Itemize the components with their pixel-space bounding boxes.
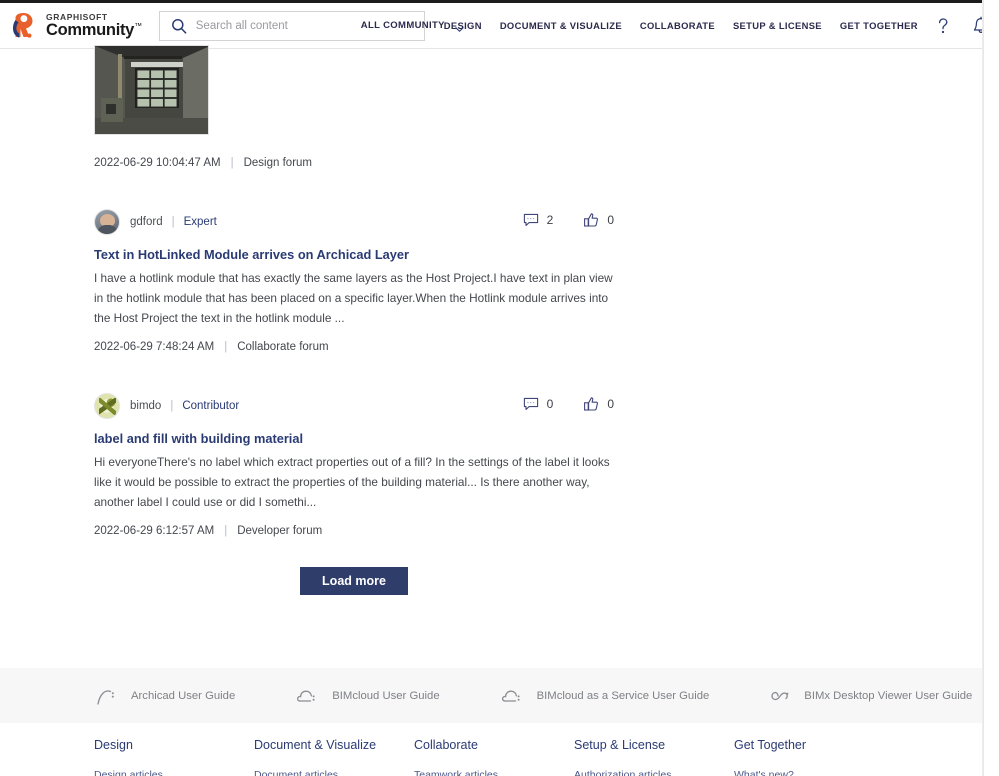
post-author-name[interactable]: bimdo <box>130 400 161 412</box>
comment-count-value: 2 <box>546 213 554 227</box>
comment-count[interactable]: 0 <box>523 396 554 412</box>
brand-top-line: GRAPHISOFT <box>46 11 108 22</box>
post-meta: 2022-06-29 10:04:47 AM | Design forum <box>94 157 614 169</box>
post-stats: 0 0 <box>493 396 614 412</box>
guide-bimx-desktop-viewer[interactable]: BIMx Desktop Viewer User Guide <box>767 685 972 707</box>
vertical-scrollbar[interactable] <box>983 0 999 776</box>
footer-heading[interactable]: Setup & License <box>574 738 734 752</box>
brand-trademark: ™ <box>134 21 142 31</box>
author-separator: | <box>171 216 175 228</box>
post-header: bimdo | Contributor 0 0 <box>94 392 614 419</box>
post-thumbnail[interactable] <box>94 45 209 135</box>
footer-link[interactable]: What's new? <box>734 769 894 776</box>
user-guides-band: Archicad User Guide BIMcloud User Guide <box>0 668 983 723</box>
search-input[interactable] <box>195 19 350 32</box>
brand-bottom-line: Community™ <box>46 21 142 39</box>
nav-item-design[interactable]: DESIGN <box>444 20 482 31</box>
post-title[interactable]: Text in HotLinked Module arrives on Arch… <box>94 247 614 262</box>
footer-link[interactable]: Design articles <box>94 769 254 776</box>
comment-count-value: 0 <box>546 396 554 411</box>
post-excerpt: Hi everyoneThere's no label which extrac… <box>94 455 610 509</box>
nav-item-document-visualize[interactable]: DOCUMENT & VISUALIZE <box>500 20 622 31</box>
like-count[interactable]: 0 <box>583 212 614 228</box>
footer-heading[interactable]: Collaborate <box>414 738 574 752</box>
guide-label: BIMcloud as a Service User Guide <box>536 689 710 702</box>
search-bar[interactable]: ALL COMMUNITY <box>158 10 464 41</box>
guide-label: Archicad User Guide <box>131 689 236 702</box>
comment-bubble-icon <box>523 396 539 412</box>
page-root: GRAPHISOFT Community™ ALL COMMUNITY DESI <box>0 0 999 776</box>
post-meta: 2022-06-29 7:48:24 AM | Collaborate foru… <box>94 341 614 353</box>
like-count-value: 0 <box>607 396 614 411</box>
nav-item-collaborate[interactable]: COLLABORATE <box>640 20 715 31</box>
site-footer: Design Design articles Document & Visual… <box>94 738 954 776</box>
help-icon[interactable] <box>932 15 954 37</box>
post-item: gdford | Expert 2 0 Text in HotLinked Mo… <box>94 209 614 353</box>
footer-heading[interactable]: Design <box>94 738 254 752</box>
post-header: gdford | Expert 2 0 <box>94 209 614 235</box>
meta-separator: | <box>224 340 228 353</box>
load-more-container: Load more <box>94 566 614 595</box>
bimx-infinity-icon <box>767 685 795 707</box>
nav-item-setup-license[interactable]: SETUP & LICENSE <box>733 20 822 31</box>
author-rank-badge[interactable]: Expert <box>184 216 217 228</box>
guide-bimcloud-as-a-service[interactable]: BIMcloud as a Service User Guide <box>500 685 710 707</box>
footer-heading[interactable]: Get Together <box>734 738 894 752</box>
guide-label: BIMx Desktop Viewer User Guide <box>804 689 973 702</box>
footer-link[interactable]: Document articles <box>254 769 414 776</box>
author-rank-badge[interactable]: Contributor <box>182 400 239 412</box>
comment-count[interactable]: 2 <box>523 212 554 228</box>
feed-column: 2022-06-29 10:04:47 AM | Design forum gd… <box>94 45 614 537</box>
like-count-value: 0 <box>607 213 614 227</box>
post-forum-link[interactable]: Collaborate forum <box>237 341 328 353</box>
thumbs-up-icon <box>583 396 599 412</box>
footer-column-setup-license: Setup & License Authorization articles <box>574 738 734 776</box>
like-count[interactable]: 0 <box>583 396 614 412</box>
footer-link[interactable]: Authorization articles <box>574 769 734 776</box>
search-icon <box>171 18 187 34</box>
comment-bubble-icon <box>523 212 539 228</box>
post-stats: 2 0 <box>493 212 614 228</box>
post-forum-link[interactable]: Developer forum <box>237 525 322 537</box>
footer-link[interactable]: Teamwork articles <box>414 769 574 776</box>
post-author-name[interactable]: gdford <box>130 216 163 228</box>
footer-column-collaborate: Collaborate Teamwork articles <box>414 738 574 776</box>
guide-label: BIMcloud User Guide <box>332 689 440 702</box>
footer-column-get-together: Get Together What's new? <box>734 738 894 776</box>
nav-item-get-together[interactable]: GET TOGETHER <box>840 20 918 31</box>
guide-archicad[interactable]: Archicad User Guide <box>94 685 235 707</box>
meta-separator: | <box>230 157 234 169</box>
load-more-button[interactable]: Load more <box>300 566 408 595</box>
main-nav: DESIGN DOCUMENT & VISUALIZE COLLABORATE … <box>444 20 918 31</box>
search-scope-select[interactable]: ALL COMMUNITY <box>361 20 445 31</box>
avatar[interactable] <box>94 209 120 235</box>
graphisoft-person-logo-icon <box>9 10 39 42</box>
post-date: 2022-06-29 10:04:47 AM <box>94 157 221 169</box>
footer-column-design: Design Design articles <box>94 738 254 776</box>
brand-logo[interactable]: GRAPHISOFT Community™ <box>9 10 142 42</box>
site-header: GRAPHISOFT Community™ ALL COMMUNITY DESI <box>0 3 989 49</box>
post-title[interactable]: label and fill with building material <box>94 431 614 446</box>
bimcloud-cloud-icon <box>295 685 323 707</box>
post-meta: 2022-06-29 6:12:57 AM | Developer forum <box>94 525 614 537</box>
post-date: 2022-06-29 7:48:24 AM <box>94 340 215 353</box>
post-excerpt: I have a hotlink module that has exactly… <box>94 271 613 325</box>
post-forum-link[interactable]: Design forum <box>244 157 312 169</box>
footer-column-document-visualize: Document & Visualize Document articles <box>254 738 414 776</box>
footer-heading[interactable]: Document & Visualize <box>254 738 414 752</box>
content-area: 2022-06-29 10:04:47 AM | Design forum gd… <box>0 45 983 595</box>
guide-bimcloud[interactable]: BIMcloud User Guide <box>295 685 440 707</box>
post-item: bimdo | Contributor 0 0 label and fill w… <box>94 392 614 537</box>
author-separator: | <box>170 399 174 412</box>
avatar[interactable] <box>94 392 120 419</box>
post-date: 2022-06-29 6:12:57 AM <box>94 524 215 537</box>
archicad-arc-icon <box>94 685 122 707</box>
brand-wordmark: GRAPHISOFT Community™ <box>46 11 142 39</box>
meta-separator: | <box>224 524 228 537</box>
thumbs-up-icon <box>583 212 599 228</box>
bimcloud-service-cloud-icon <box>500 685 528 707</box>
